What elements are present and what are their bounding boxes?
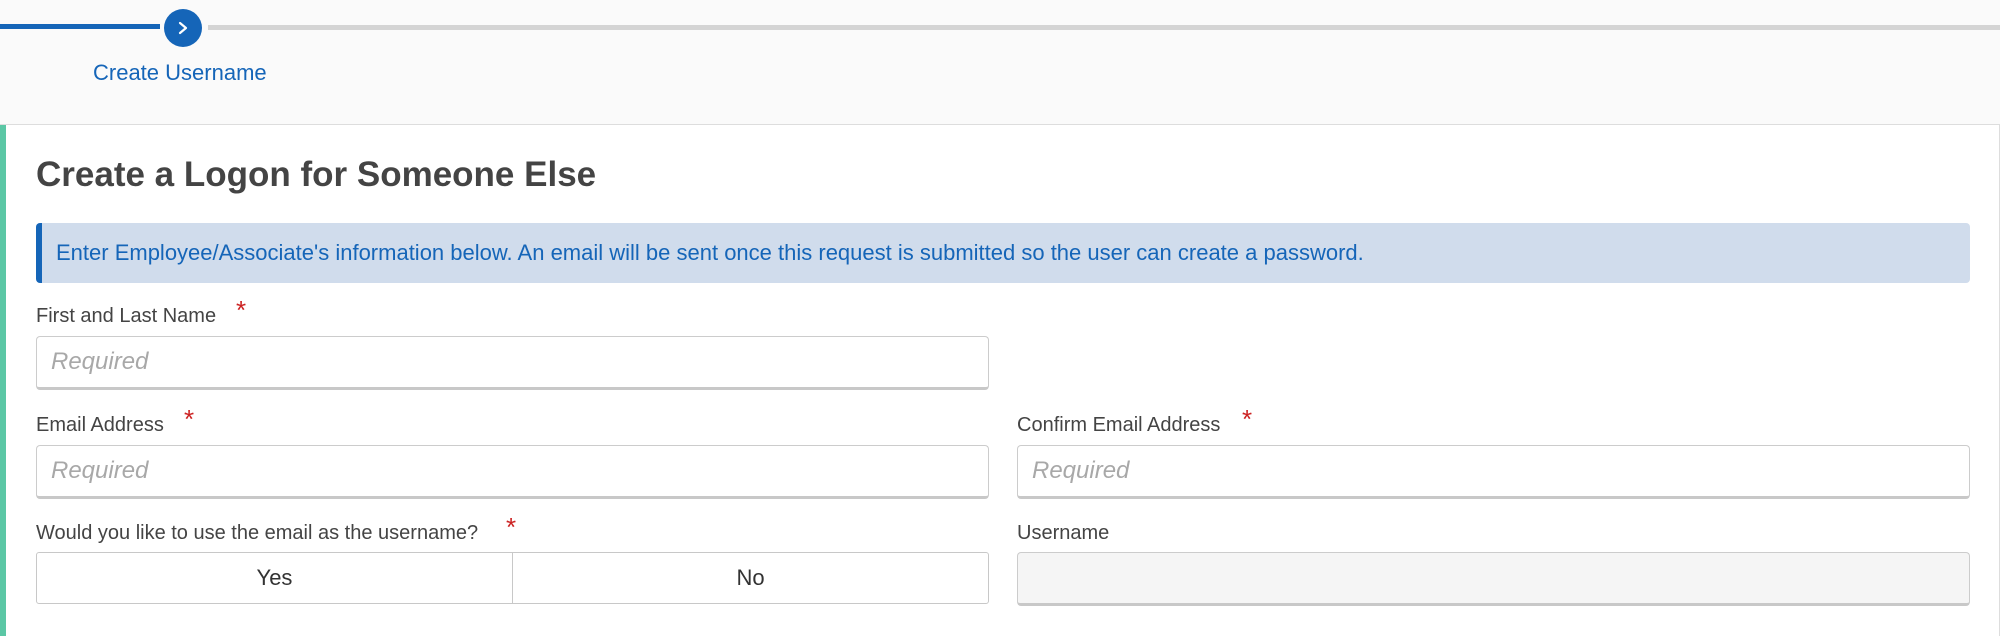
yes-button[interactable]: Yes [37,553,512,603]
create-logon-form-card: Create a Logon for Someone Else Enter Em… [0,124,2000,636]
email-label: Email Address [36,414,164,436]
stepper-progress-line-completed [0,24,160,29]
stepper-current-step-marker [164,9,202,47]
no-button[interactable]: No [512,553,988,603]
stepper-progress-line-remaining [208,25,2000,30]
progress-stepper: Create Username [0,0,2000,124]
email-input[interactable] [36,445,989,499]
stepper-current-step-label: Create Username [93,60,267,85]
info-message-box: Enter Employee/Associate's information b… [36,223,1970,283]
use-email-as-username-required-mark: * [506,512,517,542]
confirm-email-label: Confirm Email Address [1017,414,1221,436]
info-message-text: Enter Employee/Associate's information b… [56,240,1364,265]
confirm-email-input[interactable] [1017,445,1970,499]
use-email-as-username-label: Would you like to use the email as the u… [36,522,479,544]
confirm-email-required-mark: * [1242,404,1253,434]
full-name-label: First and Last Name [36,305,217,327]
full-name-required-mark: * [236,295,247,325]
username-input[interactable] [1017,552,1970,606]
page-title: Create a Logon for Someone Else [36,155,597,194]
email-required-mark: * [184,404,195,434]
full-name-input[interactable] [36,336,989,390]
use-email-as-username-toggle: Yes No [36,552,989,604]
username-label: Username [1017,522,1110,544]
card-accent-bar [0,125,6,636]
chevron-right-icon [178,21,188,35]
